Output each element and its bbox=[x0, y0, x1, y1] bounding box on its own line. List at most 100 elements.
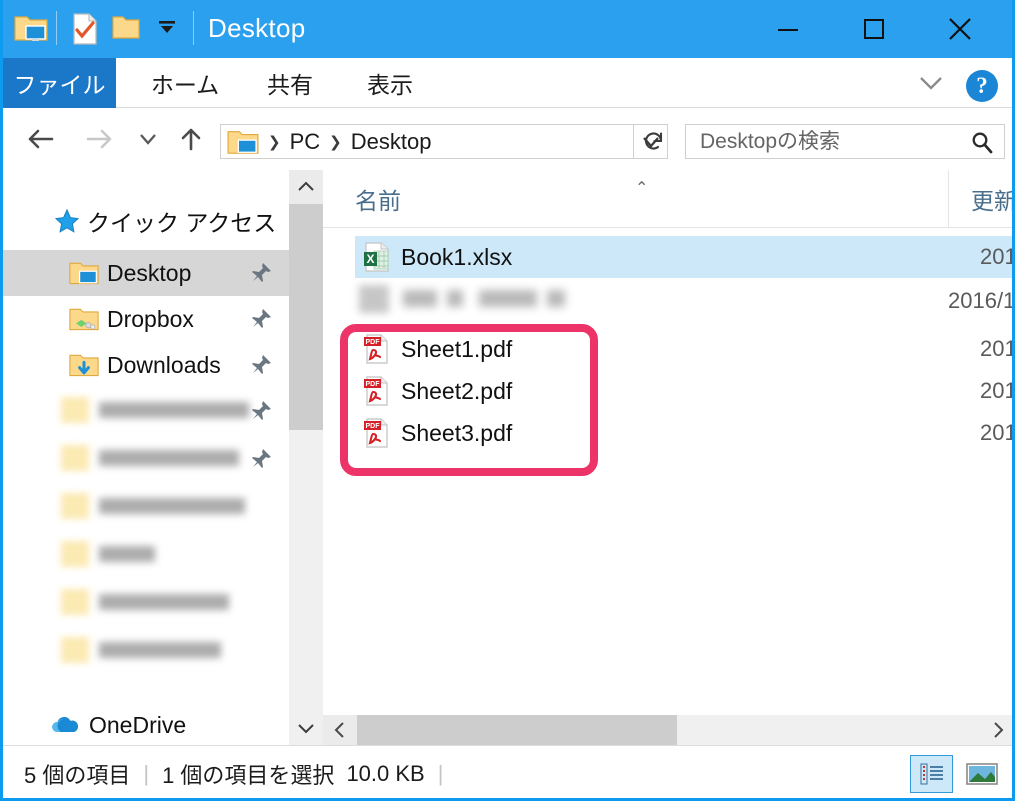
table-row[interactable]: X Book1.xlsx 2017/0 bbox=[355, 236, 1015, 278]
table-row[interactable]: PDF Sheet2.pdf 2017/0 bbox=[355, 370, 1015, 412]
cloud-icon bbox=[49, 713, 81, 737]
folder-icon bbox=[61, 589, 89, 615]
maximize-button[interactable] bbox=[843, 0, 905, 58]
qat-divider-2 bbox=[193, 11, 194, 45]
pdf-file-icon: PDF bbox=[361, 333, 393, 365]
properties-icon[interactable] bbox=[72, 13, 98, 50]
tab-view[interactable]: 表示 bbox=[340, 58, 440, 108]
star-icon bbox=[53, 207, 81, 235]
file-list-pane[interactable]: ⌃ 名前 更新日 X Book1.xlsx 2017/0 bbox=[323, 170, 1015, 715]
status-selection-size: 10.0 KB bbox=[346, 761, 425, 786]
scroll-right-button[interactable] bbox=[981, 715, 1012, 745]
file-name: Sheet3.pdf bbox=[401, 419, 513, 446]
navigation-pane[interactable]: クイック アクセス Desktop Dropbox Downloads OneD… bbox=[3, 170, 289, 745]
pin-icon[interactable] bbox=[251, 354, 273, 381]
list-item[interactable] bbox=[3, 532, 289, 578]
breadcrumb-root-icon[interactable] bbox=[227, 128, 259, 156]
file-icon bbox=[359, 285, 389, 313]
refresh-icon[interactable] bbox=[637, 124, 671, 159]
file-date-modified: 2017/0 bbox=[980, 420, 1015, 445]
tab-share[interactable]: 共有 bbox=[240, 58, 340, 108]
search-box[interactable] bbox=[685, 124, 1005, 159]
nav-group-label-onedrive: OneDrive bbox=[89, 711, 187, 738]
redacted-label bbox=[403, 290, 437, 307]
list-item[interactable] bbox=[3, 388, 289, 434]
column-header-row: ⌃ 名前 更新日 bbox=[323, 170, 1012, 228]
svg-text:X: X bbox=[366, 252, 374, 266]
sidebar-item-dropbox[interactable]: Dropbox bbox=[3, 296, 289, 342]
column-header-date-modified[interactable]: 更新日 bbox=[948, 170, 1012, 227]
recent-locations-button[interactable] bbox=[130, 122, 166, 156]
status-separator-1: | bbox=[143, 761, 150, 786]
folder-icon bbox=[61, 541, 89, 567]
redacted-label bbox=[447, 290, 463, 307]
pin-icon[interactable] bbox=[251, 400, 273, 427]
redacted-label bbox=[547, 290, 565, 307]
nav-group-onedrive[interactable]: OneDrive bbox=[3, 702, 289, 745]
pin-icon[interactable] bbox=[251, 262, 273, 289]
column-header-name[interactable]: 名前 bbox=[323, 170, 948, 227]
tab-file[interactable]: ファイル bbox=[3, 58, 116, 108]
customize-dropdown-icon[interactable] bbox=[156, 18, 178, 41]
desktop-folder-icon[interactable] bbox=[14, 13, 48, 48]
pin-icon[interactable] bbox=[251, 448, 273, 475]
forward-button[interactable] bbox=[78, 122, 120, 156]
breadcrumb-item-desktop[interactable]: Desktop bbox=[351, 129, 432, 155]
new-folder-icon[interactable] bbox=[112, 13, 140, 46]
downloads-folder-icon bbox=[69, 351, 99, 379]
file-name: Sheet1.pdf bbox=[401, 335, 513, 362]
list-item[interactable] bbox=[3, 436, 289, 482]
table-row[interactable]: PDF Sheet3.pdf 2017/0 bbox=[355, 412, 1015, 454]
scroll-left-button[interactable] bbox=[323, 715, 357, 745]
list-item[interactable] bbox=[3, 484, 289, 530]
redacted-label bbox=[99, 498, 245, 514]
redacted-label bbox=[99, 594, 229, 610]
scrollbar-thumb[interactable] bbox=[289, 204, 323, 430]
navpane-scrollbar[interactable] bbox=[289, 170, 323, 745]
nav-group-label-quick-access: クイック アクセス bbox=[87, 210, 277, 236]
status-selection-count: 1 個の項目を選択 bbox=[162, 763, 335, 788]
back-button[interactable] bbox=[20, 122, 62, 156]
list-item[interactable] bbox=[3, 580, 289, 626]
redacted-label bbox=[99, 402, 249, 418]
nav-group-quick-access[interactable]: クイック アクセス bbox=[3, 198, 289, 244]
sidebar-item-label: Downloads bbox=[107, 351, 221, 378]
file-date-modified: 2017/0 bbox=[980, 336, 1015, 361]
file-date-modified: 2017/0 bbox=[980, 378, 1015, 403]
help-button[interactable]: ? bbox=[966, 70, 998, 102]
view-details-button[interactable] bbox=[910, 755, 953, 793]
filelist-horizontal-scrollbar[interactable] bbox=[323, 715, 1012, 745]
redacted-label bbox=[99, 450, 239, 466]
table-row[interactable] bbox=[355, 278, 755, 320]
breadcrumb[interactable]: ❯ PC ❯ Desktop bbox=[220, 124, 634, 159]
folder-icon bbox=[61, 637, 89, 663]
status-separator-2: | bbox=[437, 761, 444, 786]
list-item[interactable] bbox=[3, 628, 289, 674]
sidebar-item-downloads[interactable]: Downloads bbox=[3, 342, 289, 388]
scroll-up-button[interactable] bbox=[289, 170, 323, 204]
breadcrumb-item-pc[interactable]: PC bbox=[290, 129, 321, 155]
table-row[interactable]: PDF Sheet1.pdf 2017/0 bbox=[355, 328, 1015, 370]
pin-icon[interactable] bbox=[251, 308, 273, 335]
view-large-icons-button[interactable] bbox=[960, 755, 1003, 793]
pdf-file-icon: PDF bbox=[361, 417, 393, 449]
scrollbar-thumb[interactable] bbox=[357, 715, 677, 745]
chevron-down-icon[interactable] bbox=[911, 68, 951, 98]
file-date-modified: 2016/1 bbox=[948, 288, 1015, 313]
status-item-count: 5 個の項目 bbox=[24, 763, 131, 788]
close-button[interactable] bbox=[929, 0, 991, 58]
svg-text:PDF: PDF bbox=[366, 423, 381, 430]
breadcrumb-separator-1: ❯ bbox=[268, 133, 281, 151]
up-button[interactable] bbox=[172, 122, 210, 156]
search-input[interactable] bbox=[700, 128, 950, 156]
scroll-down-button[interactable] bbox=[289, 711, 323, 745]
sidebar-item-desktop[interactable]: Desktop bbox=[3, 250, 289, 296]
tab-home[interactable]: ホーム bbox=[130, 58, 240, 108]
pdf-file-icon: PDF bbox=[361, 375, 393, 407]
minimize-button[interactable] bbox=[757, 0, 819, 58]
file-date-modified: 2017/0 bbox=[980, 244, 1015, 269]
ribbon-tab-bar: ファイル ホーム 共有 表示 bbox=[3, 58, 1012, 108]
breadcrumb-separator-2: ❯ bbox=[329, 133, 342, 151]
desktop-folder-icon bbox=[69, 259, 99, 287]
search-icon[interactable] bbox=[968, 129, 996, 157]
